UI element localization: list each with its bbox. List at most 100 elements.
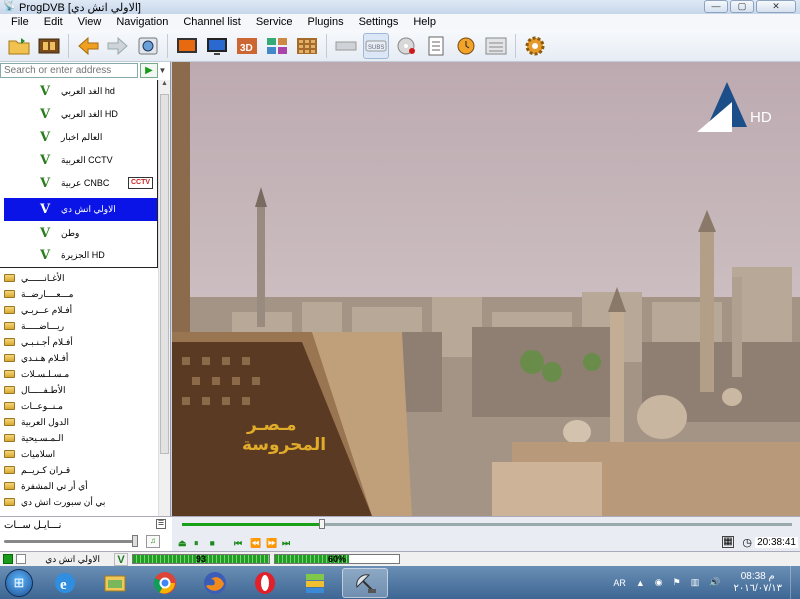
mosaic-icon[interactable] bbox=[294, 33, 320, 59]
folder-item[interactable]: أفـلام أجـنـبـي bbox=[4, 334, 158, 350]
start-button[interactable]: ⊞ bbox=[0, 566, 38, 599]
bluestacks-icon[interactable] bbox=[292, 568, 338, 598]
folder-label: أفـلام أجـنـبـي bbox=[21, 336, 73, 347]
minimize-button[interactable]: — bbox=[704, 0, 728, 13]
folder-item[interactable]: ريـــاضـــــة bbox=[4, 318, 158, 334]
seek-bar[interactable] bbox=[182, 519, 792, 529]
folder-label: الأطـفـــــال bbox=[21, 384, 66, 395]
tree-scrollbar[interactable]: ▲ bbox=[158, 80, 170, 516]
ie-icon[interactable]: e bbox=[42, 568, 88, 598]
menu-navigation[interactable]: Navigation bbox=[109, 16, 176, 28]
globe-icon[interactable] bbox=[135, 33, 161, 59]
grid-icon[interactable]: ▦ bbox=[722, 536, 734, 548]
tray-date: ٢٠١٦/٠٧/١٣ bbox=[733, 582, 782, 594]
epg-list-icon[interactable] bbox=[423, 33, 449, 59]
folder-item[interactable]: أفـلام عــربـي bbox=[4, 302, 158, 318]
tv-monitor-icon[interactable] bbox=[204, 33, 230, 59]
menu-view[interactable]: View bbox=[71, 16, 110, 28]
language-indicator[interactable]: AR bbox=[613, 578, 626, 588]
signal-quality-bar: 60% bbox=[274, 554, 400, 564]
forward-arrow-icon[interactable] bbox=[105, 33, 131, 59]
previous-button[interactable]: ⏮ bbox=[234, 538, 242, 549]
back-arrow-icon[interactable] bbox=[75, 33, 101, 59]
status-channel-name: الاولي اتش دي bbox=[45, 553, 100, 564]
channel-row-selected[interactable]: V الاولي اتش دي bbox=[4, 198, 157, 221]
menu-plugins[interactable]: Plugins bbox=[301, 16, 352, 28]
film-icon[interactable] bbox=[36, 33, 62, 59]
list-icon[interactable]: ☰ bbox=[156, 519, 166, 529]
menu-edit[interactable]: Edit bbox=[37, 16, 71, 28]
watermark-line2: المحروسة bbox=[242, 435, 326, 455]
chevron-down-icon[interactable]: ▼ bbox=[158, 66, 167, 75]
fast-forward-button[interactable]: ⏩ bbox=[266, 538, 277, 549]
open-folder-icon[interactable] bbox=[6, 33, 32, 59]
menu-settings[interactable]: Settings bbox=[352, 16, 407, 28]
seek-knob[interactable] bbox=[319, 519, 326, 529]
satellite-dish-icon[interactable] bbox=[342, 567, 388, 598]
multi-view-icon[interactable] bbox=[264, 33, 290, 59]
menu-service[interactable]: Service bbox=[249, 16, 301, 28]
close-button[interactable]: ✕ bbox=[756, 0, 796, 13]
menu-channel-list[interactable]: Channel list bbox=[176, 16, 248, 28]
clock-icon[interactable]: ◷ bbox=[742, 536, 752, 549]
folder-item[interactable]: قـران كـريــم bbox=[4, 462, 158, 478]
channel-row[interactable]: V العالم اخبار bbox=[4, 126, 156, 149]
folder-item[interactable]: أي أر تي المشفرة bbox=[4, 478, 158, 494]
folder-item[interactable]: الأغـانــــــي bbox=[4, 270, 158, 286]
tray-arrow-icon[interactable]: ▲ bbox=[636, 578, 645, 588]
folder-item[interactable]: اسلاميات bbox=[4, 446, 158, 462]
next-button[interactable]: ⏭ bbox=[282, 538, 290, 549]
folder-item[interactable]: مـسـلـسـلات bbox=[4, 366, 158, 382]
stop-button[interactable]: ⏹ bbox=[210, 538, 215, 549]
channel-row[interactable]: V العربية CCTV bbox=[4, 149, 156, 172]
subs-icon[interactable]: SUBS bbox=[363, 32, 389, 59]
channel-row[interactable]: V الغد العربي HD bbox=[4, 103, 156, 126]
volume-knob[interactable] bbox=[132, 535, 138, 547]
folder-item[interactable]: الدول العربية bbox=[4, 414, 158, 430]
folder-item[interactable]: بي أن سبورت اتش دي bbox=[4, 494, 158, 510]
opera-icon[interactable] bbox=[242, 568, 288, 598]
firefox-icon[interactable] bbox=[192, 568, 238, 598]
channel-row[interactable]: V الجزيرة HD bbox=[4, 244, 156, 267]
cctv-logo: CCTV bbox=[128, 177, 153, 189]
pause-button[interactable]: ⏸ bbox=[194, 538, 199, 549]
channel-row[interactable]: V الغد العربي hd bbox=[4, 80, 156, 103]
scroll-up-icon[interactable]: ▲ bbox=[159, 80, 170, 92]
tv-screen-icon[interactable] bbox=[174, 33, 200, 59]
network-icon[interactable]: ▥ bbox=[691, 577, 700, 588]
volume-icon[interactable]: ♫ bbox=[146, 535, 160, 548]
menu-file[interactable]: File bbox=[4, 16, 37, 28]
show-desktop-button[interactable] bbox=[790, 566, 800, 599]
avast-icon[interactable]: ◉ bbox=[655, 577, 663, 588]
device-icon[interactable] bbox=[333, 33, 359, 59]
folder-item[interactable]: مـنــوعــات bbox=[4, 398, 158, 414]
window-controls: — ▢ ✕ bbox=[704, 0, 796, 13]
folder-item[interactable]: أفـلام هـنـدي bbox=[4, 350, 158, 366]
menu-help[interactable]: Help bbox=[406, 16, 444, 28]
rewind-button[interactable]: ⏪ bbox=[250, 538, 261, 549]
3d-icon[interactable]: 3D bbox=[234, 33, 260, 59]
record-disc-icon[interactable] bbox=[393, 33, 419, 59]
channel-row[interactable]: V وطن bbox=[4, 222, 156, 245]
eject-button[interactable]: ⏏ bbox=[178, 538, 187, 549]
folder-item[interactable]: الأطـفـــــال bbox=[4, 382, 158, 398]
video-display[interactable]: HD مـصـر المحروسة bbox=[172, 62, 800, 516]
channel-tree: V الغد العربي hd V الغد العربي HD V العا… bbox=[0, 80, 158, 516]
maximize-button[interactable]: ▢ bbox=[730, 0, 754, 13]
folder-item[interactable]: الـمـسـيحية bbox=[4, 430, 158, 446]
tray-clock[interactable]: 08:38 م ٢٠١٦/٠٧/١٣ bbox=[733, 571, 782, 595]
folder-icon bbox=[4, 482, 15, 490]
timer-clock-icon[interactable] bbox=[453, 33, 479, 59]
signal-level-label: 93 bbox=[195, 554, 206, 564]
flag-icon[interactable]: ⚑ bbox=[673, 577, 681, 588]
go-button[interactable]: ▶ bbox=[140, 62, 158, 78]
teletext-icon[interactable] bbox=[483, 33, 509, 59]
volume-slider[interactable] bbox=[4, 540, 136, 543]
settings-gear-icon[interactable] bbox=[522, 33, 548, 59]
speaker-icon[interactable]: 🔊 bbox=[709, 577, 720, 588]
folder-item[interactable]: مـــعــــارضــة bbox=[4, 286, 158, 302]
chrome-icon[interactable] bbox=[142, 568, 188, 598]
file-explorer-icon[interactable] bbox=[92, 568, 138, 598]
search-input[interactable] bbox=[0, 62, 138, 78]
scroll-thumb[interactable] bbox=[160, 94, 169, 454]
